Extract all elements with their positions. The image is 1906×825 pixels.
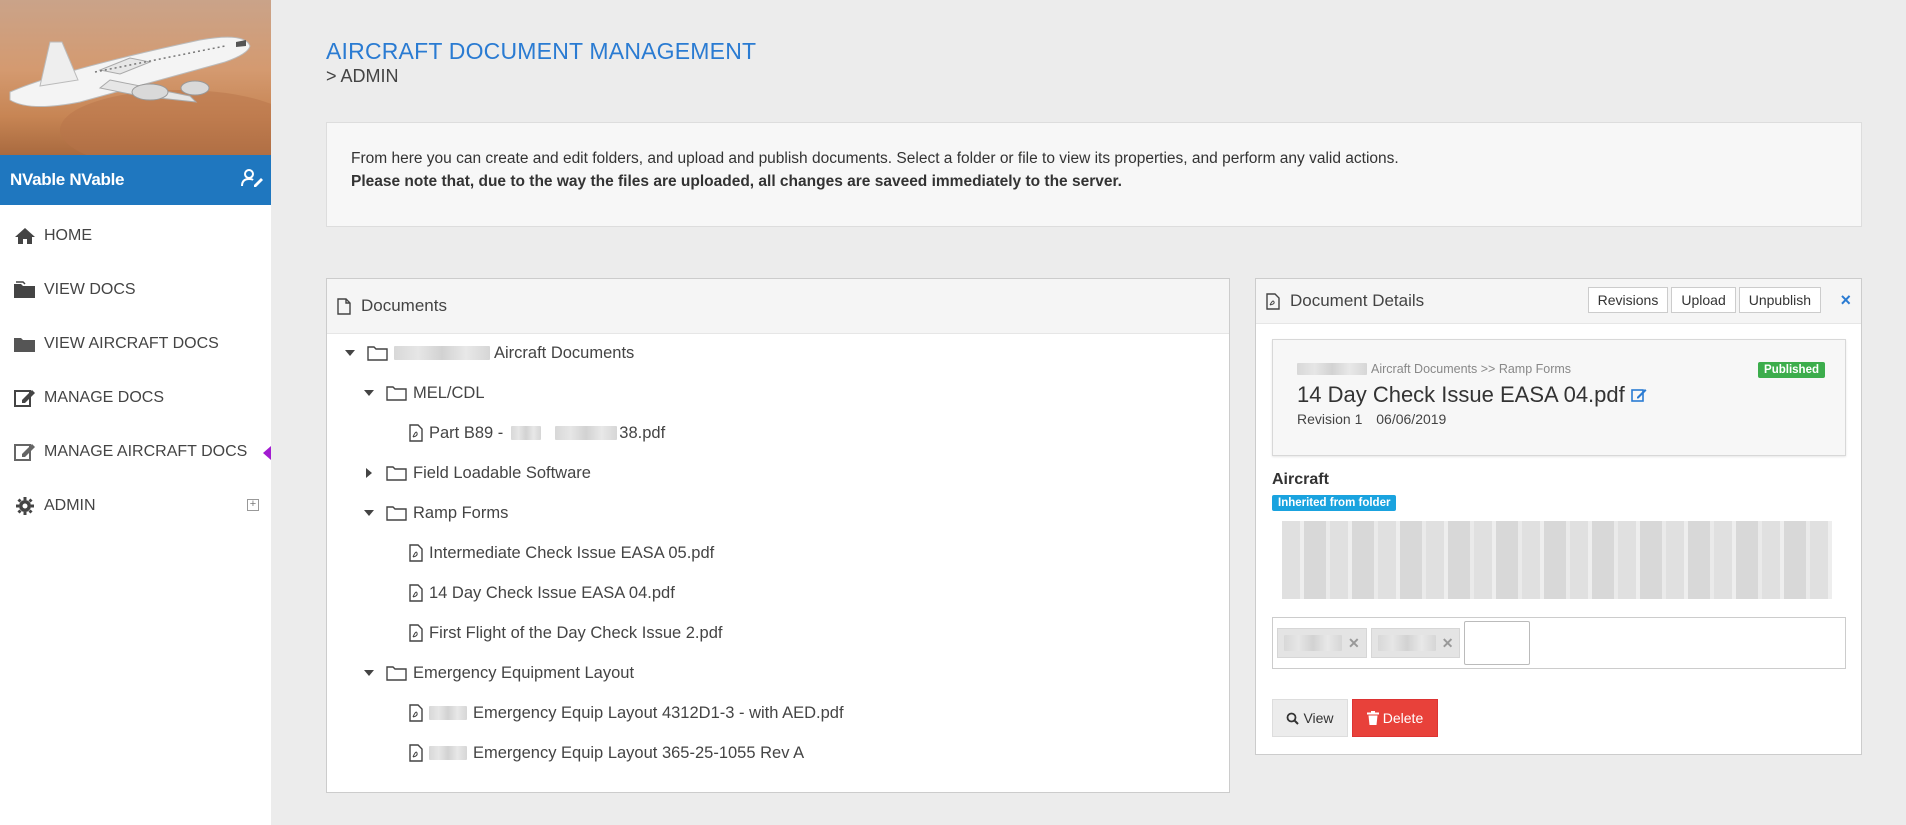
aircraft-tag: ✕ (1370, 628, 1461, 658)
pdf-file-icon (409, 584, 423, 602)
pdf-file-icon (409, 744, 423, 762)
aircraft-tag-input[interactable]: ✕ ✕ (1272, 617, 1846, 669)
active-indicator (263, 446, 271, 460)
expand-icon[interactable]: + (247, 499, 259, 511)
nav-item-manage-aircraft-docs[interactable]: MANAGE AIRCRAFT DOCS (0, 425, 271, 479)
caret-down-icon[interactable] (362, 670, 376, 676)
user-name: NVable NVable (10, 170, 125, 189)
tree-folder-emergency-equipment-layout[interactable]: Emergency Equipment Layout (362, 658, 634, 688)
search-icon (1286, 712, 1300, 725)
nav-item-view-aircraft-docs[interactable]: VIEW AIRCRAFT DOCS (0, 317, 271, 371)
tree-file-intermediate-check[interactable]: Intermediate Check Issue EASA 05.pdf (409, 538, 714, 568)
trash-icon (1366, 711, 1379, 725)
user-edit-icon[interactable] (241, 168, 263, 193)
caret-down-icon[interactable] (362, 510, 376, 516)
remove-tag-icon[interactable]: ✕ (1348, 635, 1360, 652)
file-icon (337, 297, 351, 315)
pdf-file-icon (1266, 292, 1280, 310)
edit-icon (12, 387, 38, 409)
aircraft-label: Aircraft (1272, 471, 1329, 488)
folder-icon (12, 279, 38, 301)
nav-item-admin[interactable]: ADMIN + (0, 479, 271, 533)
tree-file-emergency-layout-365[interactable]: Emergency Equip Layout 365-25-1055 Rev A (409, 738, 804, 768)
remove-tag-icon[interactable]: ✕ (1442, 635, 1454, 652)
close-icon[interactable]: × (1840, 290, 1851, 311)
tree-folder-ramp-forms[interactable]: Ramp Forms (362, 498, 508, 528)
nav-item-home[interactable]: HOME (0, 209, 271, 263)
redacted-text (429, 706, 467, 720)
tree-file-14-day-check[interactable]: 14 Day Check Issue EASA 04.pdf (409, 578, 675, 608)
tree-folder-aircraft-documents[interactable]: Aircraft Documents (343, 338, 634, 368)
revisions-button[interactable]: Revisions (1587, 287, 1669, 313)
documents-title: Documents (361, 296, 447, 315)
page-title: AIRCRAFT DOCUMENT MANAGEMENT (326, 38, 757, 64)
folder-icon (386, 385, 407, 401)
caret-down-icon[interactable] (362, 390, 376, 396)
redacted-text (1297, 363, 1367, 375)
view-button[interactable]: View (1272, 699, 1348, 737)
unpublish-button[interactable]: Unpublish (1738, 287, 1821, 313)
nav-item-manage-docs[interactable]: MANAGE DOCS (0, 371, 271, 425)
home-icon (12, 225, 38, 247)
delete-button[interactable]: Delete (1352, 699, 1438, 737)
folder-icon (386, 665, 407, 681)
nav-menu: HOME VIEW DOCS VIEW AIRCRAFT DOCS MANAGE… (0, 209, 271, 533)
info-warning: Please note that, due to the way the fil… (351, 173, 1122, 190)
redacted-text (511, 426, 542, 440)
document-name: 14 Day Check Issue EASA 04.pdf (1297, 382, 1647, 408)
caret-right-icon[interactable] (362, 468, 376, 478)
edit-name-icon[interactable] (1630, 387, 1647, 403)
redacted-text (555, 426, 618, 440)
tree-file-first-flight-check[interactable]: First Flight of the Day Check Issue 2.pd… (409, 618, 722, 648)
inherited-badge: Inherited from folder (1272, 495, 1397, 511)
user-bar: NVable NVable (0, 155, 271, 205)
caret-down-icon[interactable] (343, 350, 357, 356)
nav-item-view-docs[interactable]: VIEW DOCS (0, 263, 271, 317)
documents-panel: Documents Aircraft Documents MEL/CDL Par… (326, 278, 1230, 793)
details-header: Document Details Revisions Upload Unpubl… (1256, 279, 1861, 324)
documents-header: Documents (327, 279, 1229, 334)
upload-button[interactable]: Upload (1671, 287, 1736, 313)
folder-icon (386, 465, 407, 481)
pdf-file-icon (409, 424, 423, 442)
tree-file-emergency-layout-4312[interactable]: Emergency Equip Layout 4312D1-3 - with A… (409, 698, 844, 728)
edit-icon (12, 441, 38, 463)
status-badge: Published (1758, 362, 1825, 378)
redacted-text (394, 346, 490, 360)
info-text: From here you can create and edit folder… (351, 150, 1399, 167)
breadcrumb: > ADMIN (326, 66, 399, 86)
info-box: From here you can create and edit folder… (326, 122, 1862, 227)
folder-icon (367, 345, 388, 361)
folder-icon (12, 333, 38, 355)
document-summary-card: Aircraft Documents >> Ramp Forms Publish… (1272, 339, 1846, 456)
pdf-file-icon (409, 544, 423, 562)
aircraft-tag: ✕ (1277, 628, 1367, 658)
document-details-panel: Document Details Revisions Upload Unpubl… (1255, 278, 1862, 755)
tag-input-field[interactable] (1464, 621, 1531, 665)
details-title: Document Details (1290, 291, 1425, 310)
document-path: Aircraft Documents >> Ramp Forms (1297, 362, 1571, 376)
pdf-file-icon (409, 624, 423, 642)
redacted-text (429, 746, 467, 760)
tree-folder-field-loadable-software[interactable]: Field Loadable Software (362, 458, 591, 488)
pdf-file-icon (409, 704, 423, 722)
tree-folder-mel-cdl[interactable]: MEL/CDL (362, 378, 485, 408)
redacted-aircraft-list (1282, 521, 1832, 599)
revision-info: Revision 1 06/06/2019 (1297, 411, 1447, 427)
gear-icon (12, 495, 38, 517)
sidebar: NVable NVable HOME VIEW DOCS VIEW AIRCRA… (0, 0, 271, 825)
details-actions: Revisions Upload Unpublish (1585, 287, 1821, 313)
hero-image (0, 0, 271, 155)
folder-icon (386, 505, 407, 521)
tree-file-part-b89[interactable]: Part B89 - 38.pdf (409, 418, 665, 448)
